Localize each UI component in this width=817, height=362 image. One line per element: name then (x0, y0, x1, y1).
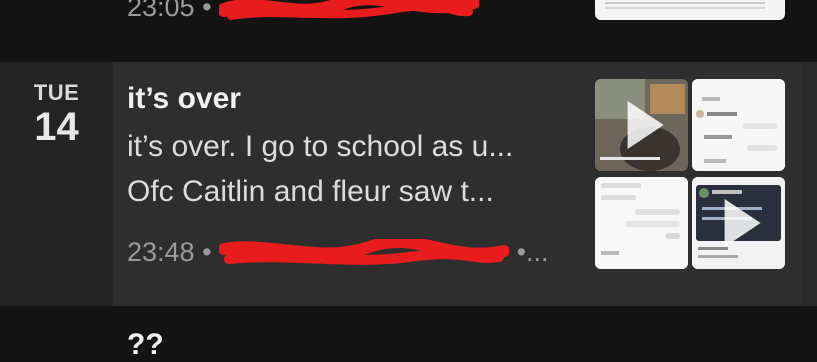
entry-meta: 23:48 • •... (127, 237, 549, 269)
play-icon (724, 199, 761, 247)
meta-separator: • (202, 0, 212, 23)
journal-entry-next-title[interactable]: ?? (127, 328, 164, 362)
meta-ellipsis: •... (516, 237, 549, 267)
entry-day-number: 14 (34, 105, 79, 149)
journal-entry-previous[interactable]: 23:05 • (0, 0, 817, 58)
entry-meta: 23:05 • (127, 0, 482, 26)
entry-preview-line-1: it’s over. I go to school as u... (127, 130, 514, 163)
thumbnail-preview (595, 0, 785, 20)
video-thumbnail[interactable] (692, 177, 785, 269)
video-thumbnail[interactable] (595, 79, 688, 171)
screenshot-thumbnail[interactable] (595, 177, 688, 269)
entry-preview-line-2: Ofc Caitlin and fleur saw t... (127, 175, 494, 208)
redaction-scribble (219, 238, 510, 265)
attachment-grid[interactable] (595, 79, 785, 269)
entry-time: 23:05 (127, 0, 195, 23)
chat-screenshot-image (692, 79, 785, 171)
entry-weekday: TUE (33, 80, 80, 105)
redaction-scribble (217, 0, 482, 20)
entry-title: it’s over (127, 82, 241, 115)
meta-separator: • (202, 237, 212, 267)
entry-time: 23:48 (127, 237, 195, 267)
play-icon (627, 101, 664, 149)
chat-screenshot-image (595, 177, 688, 269)
screenshot-thumbnail[interactable] (692, 79, 785, 171)
